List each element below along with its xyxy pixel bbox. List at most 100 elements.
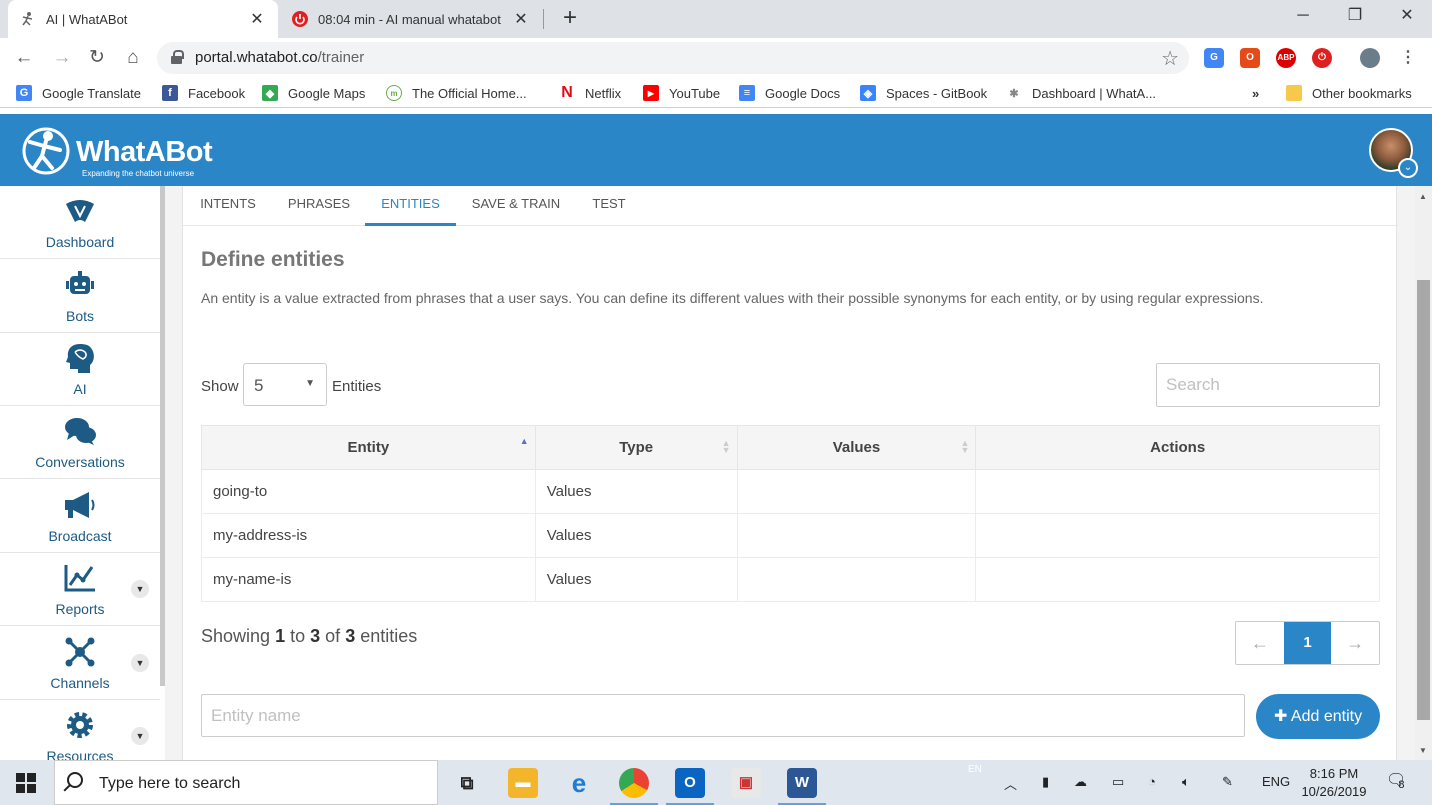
sidebar-item-resources[interactable]: Resources ▼ [0,700,160,760]
office-ext-icon[interactable]: O [1240,48,1260,68]
reload-icon[interactable]: ↻ [85,46,109,70]
add-entity-button[interactable]: ✚ Add entity [1256,694,1380,739]
bookmark-google-translate[interactable]: G Google Translate [16,84,141,102]
language-indicator[interactable]: ENG [1262,774,1290,789]
volume-icon[interactable]: 🔈︎ [1182,774,1190,790]
table-row[interactable]: my-address-is Values [201,513,1380,558]
bookmark-youtube[interactable]: ▶ YouTube [643,84,720,102]
sidebar: Dashboard Bots AI Conversations Broadcas… [0,186,165,760]
scroll-down-arrow-icon[interactable]: ▼ [1419,746,1427,755]
search-input[interactable] [1156,363,1380,407]
bookmark-whatabot-dashboard[interactable]: ✱ Dashboard | WhatA... [1006,84,1156,102]
bookmark-official-home[interactable]: m The Official Home... [386,84,527,102]
file-explorer-icon[interactable]: ▬ [508,768,538,798]
more-bookmarks-icon[interactable]: » [1252,84,1259,102]
taskbar-search-box[interactable]: Type here to search [54,760,438,805]
bookmark-google-docs[interactable]: ≡ Google Docs [739,84,840,102]
netflix-icon: N [561,84,573,101]
bookmark-star-icon[interactable]: ☆ [1161,46,1179,71]
whatabot-logo-icon [22,127,70,175]
table-row[interactable]: my-name-is Values [201,557,1380,602]
new-tab-button[interactable]: + [556,4,584,32]
forward-icon[interactable]: → [50,46,74,70]
app-header: WhatABot Expanding the chatbot universe [0,114,1432,186]
wifi-icon[interactable]: ◔ [1148,774,1156,789]
bookmark-google-maps[interactable]: ◆ Google Maps [262,84,365,102]
sidebar-item-conversations[interactable]: Conversations [0,406,160,479]
bookmark-netflix[interactable]: N Netflix [559,84,621,102]
windows-start-icon[interactable] [16,773,36,793]
minimize-icon[interactable]: ─ [1280,0,1326,32]
whatabot-logo[interactable]: WhatABot Expanding the chatbot universe [20,124,220,180]
restore-icon[interactable]: ❐ [1332,0,1378,32]
table-row[interactable]: going-to Values [201,469,1380,514]
close-tab-icon[interactable]: ✕ [248,9,266,29]
column-header-values[interactable]: Values ▲ ▼ [736,425,977,470]
entities-table: Entity ▲ Type ▲ ▼ Values ▲ ▼ Actions going-to… [201,425,1380,602]
microphone-icon[interactable]: ▮ [1042,774,1049,790]
clock-date: 10/26/2019 [1301,784,1367,799]
tab-entities[interactable]: ENTITIES [365,186,456,226]
chevron-down-icon[interactable]: ▼ [131,654,149,672]
caret-down-icon: ▼ [305,378,315,389]
screen-recorder-icon[interactable]: ▣ [731,768,761,798]
prev-page-arrow-icon[interactable]: ← [1236,622,1284,664]
sort-icon: ▲ ▼ [960,438,970,455]
column-header-entity[interactable]: Entity ▲ [201,425,536,470]
adblock-ext-icon[interactable]: ABP [1276,48,1296,68]
sort-asc-icon: ▲ [519,436,529,446]
tab-test[interactable]: TEST [581,186,637,226]
profile-icon[interactable] [1360,48,1380,68]
bookmark-gitbook[interactable]: ◈ Spaces - GitBook [860,84,987,102]
outlook-icon[interactable]: O [666,768,714,805]
page-scrollbar[interactable]: ▲ ▼ [1415,186,1432,760]
windows-taskbar: Type here to search ⧉ ▬ e O ▣ W EN ︿ ▮ ☁… [0,760,1432,805]
sidebar-item-channels[interactable]: Channels ▼ [0,627,160,700]
chrome-icon[interactable] [610,768,658,805]
browser-tab-inactive[interactable]: 08:04 min - AI manual whatabot ✕ [280,0,542,38]
close-tab-icon[interactable]: ✕ [512,9,530,29]
sidebar-item-ai[interactable]: AI [0,333,160,406]
bot-icon [66,271,94,294]
sidebar-item-dashboard[interactable]: Dashboard [0,186,160,259]
address-bar[interactable]: portal.whatabot.co/trainer ☆ [157,42,1189,74]
page-size-select[interactable]: 5 ▼ [243,363,327,406]
bookmark-facebook[interactable]: f Facebook [162,84,245,102]
official-home-icon: m [386,85,402,101]
task-view-icon[interactable]: ⧉ [452,768,482,798]
page-1-button[interactable]: 1 [1283,622,1332,664]
menu-kebab-icon[interactable]: ⋮ [1398,48,1418,68]
system-clock[interactable]: 8:16 PM 10/26/2019 [1298,765,1370,801]
battery-icon[interactable]: ▭ [1112,774,1124,790]
dashboard-icon [66,200,94,222]
edge-icon[interactable]: e [564,768,594,798]
sidebar-item-broadcast[interactable]: Broadcast [0,480,160,553]
chevron-down-icon[interactable]: ⌄ [1398,158,1418,178]
scrollbar-thumb[interactable] [1417,280,1430,720]
notifications-icon[interactable]: 🗨︎8 [1386,770,1412,791]
power-ext-icon[interactable]: ⏻ [1312,48,1332,68]
pagination-summary: Showing 1 to 3 of 3 entities [201,626,418,646]
show-hidden-icons-icon[interactable]: ︿ [1004,774,1017,793]
chevron-down-icon[interactable]: ▼ [131,727,149,745]
close-window-icon[interactable]: ✕ [1384,0,1430,32]
sidebar-item-reports[interactable]: Reports ▼ [0,553,160,626]
pen-icon[interactable]: ✎ [1222,774,1233,790]
word-icon[interactable]: W [778,768,826,805]
tab-phrases[interactable]: PHRASES [275,186,363,226]
network-icon [65,637,95,667]
tab-intents[interactable]: INTENTS [183,186,273,226]
chevron-down-icon[interactable]: ▼ [131,580,149,598]
entity-name-input[interactable] [201,694,1245,737]
next-page-arrow-icon[interactable]: → [1331,622,1379,664]
column-header-type[interactable]: Type ▲ ▼ [534,425,738,470]
onedrive-icon[interactable]: ☁ [1074,774,1087,790]
back-icon[interactable]: ← [12,46,36,70]
sidebar-item-bots[interactable]: Bots [0,260,160,333]
tab-save-train[interactable]: SAVE & TRAIN [464,186,568,226]
home-icon[interactable]: ⌂ [121,46,145,70]
browser-tab-active[interactable]: AI | WhatABot ✕ [8,0,278,38]
other-bookmarks[interactable]: Other bookmarks [1286,84,1412,102]
scroll-up-arrow-icon[interactable]: ▲ [1419,192,1427,201]
google-translate-ext-icon[interactable]: G [1204,48,1224,68]
